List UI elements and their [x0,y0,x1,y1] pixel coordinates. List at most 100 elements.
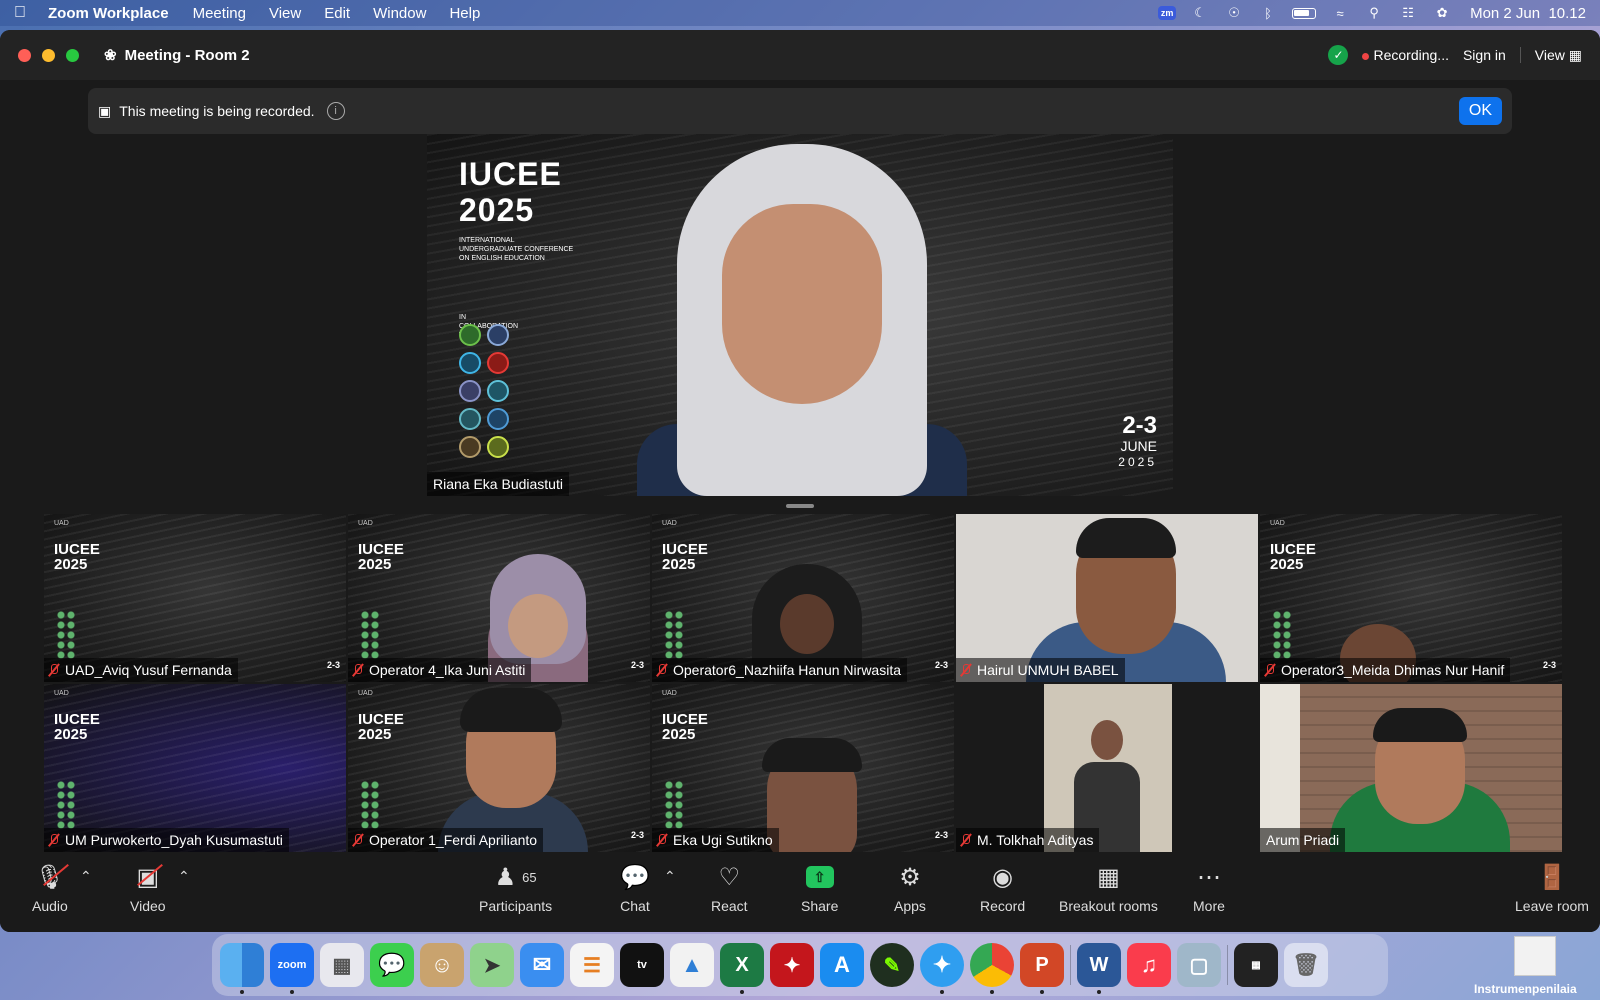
apps-button[interactable]: ⚙ Apps [894,860,926,915]
control-center-icon[interactable]: ☷ [1398,5,1418,20]
finder-icon[interactable] [220,943,264,994]
participant-tile[interactable]: UAD IUCEE 2025 2-3 Operator 1_Ferdi April… [348,684,650,852]
share-button[interactable]: ⇧ Share [801,860,838,914]
ok-button[interactable]: OK [1458,97,1502,125]
meeting-toolbar: 🎙 Audio ⌃ ▣ Video ⌃ ♟65 Participants 💬 C… [0,852,1600,932]
partner-logo [459,324,481,346]
tile-date: 2-3 [1542,660,1556,670]
tile-brand-year: 2025 [358,556,392,573]
preview-icon[interactable]: ▢ [1177,943,1221,987]
reminders-icon[interactable]: ☰ [570,943,614,987]
resize-handle[interactable] [786,504,814,508]
audio-options-chevron-icon[interactable]: ⌃ [80,868,92,885]
participant-tile[interactable]: UAD IUCEE 2025 UM Purwokerto_Dyah Kusumas… [44,684,346,852]
menu-help[interactable]: Help [449,5,480,22]
maximize-window-button[interactable] [66,48,79,62]
video-options-chevron-icon[interactable]: ⌃ [178,868,190,885]
apple-tv-icon[interactable]: tv [620,943,664,987]
sign-in-button[interactable]: Sign in [1463,47,1506,63]
security-shield-icon[interactable]: ✓ [1328,45,1349,65]
launchpad-icon[interactable]: ▦ [320,943,364,987]
menu-window[interactable]: Window [373,5,426,22]
messages-icon[interactable]: 💬 [370,943,414,987]
tile-brand-title: IUCEE [1270,541,1316,558]
record-button[interactable]: ◉ Record [980,860,1025,915]
desktop-file-label[interactable]: Instrumenpenilaia [1474,982,1577,996]
participant-name-label: Eka Ugi Sutikno [652,828,779,852]
tile-brand-title: IUCEE [54,541,100,558]
menu-view[interactable]: View [269,5,301,22]
apple-icon[interactable]:  [14,4,26,22]
leave-room-button[interactable]: 🚪 Leave room [1515,860,1589,915]
active-speaker-video[interactable]: IUCEE 2025 INTERNATIONAL UNDERGRADUATE C… [427,134,1173,496]
app-store-icon[interactable]: A [820,943,864,987]
maps-icon[interactable]: ➤ [470,943,514,987]
excel-icon[interactable]: X [720,943,764,994]
participant-tile[interactable]: UAD IUCEE 2025 2-3 Operator3_Meida Dhimas… [1260,514,1562,682]
chat-options-chevron-icon[interactable]: ⌃ [664,868,676,885]
mail-icon[interactable]: ✉ [520,943,564,987]
pen-tool-icon[interactable]: ✎ [870,943,914,987]
safari-icon[interactable]: ✦ [920,943,964,994]
moon-icon[interactable]: ☾ [1190,5,1210,20]
participant-tile[interactable]: Arum Priadi [1260,684,1562,852]
partner-logo [487,324,509,346]
tile-brand: IUCEE 2025 [358,542,404,572]
accessibility-icon[interactable]: ☉ [1224,5,1244,20]
divider [1519,47,1521,63]
tile-date: 2-3 [934,830,948,840]
menu-meeting[interactable]: Meeting [193,5,246,22]
battery-icon[interactable] [1292,7,1317,19]
bluetooth-icon[interactable]: ᛒ [1258,6,1278,21]
partner-logo [487,380,509,402]
recording-banner: ▣ This meeting is being recorded. i OK [88,88,1512,134]
react-button[interactable]: ♡ React [711,860,748,915]
search-icon[interactable]: ⚲ [1364,5,1384,20]
chat-button[interactable]: 💬 Chat [620,860,650,915]
clock[interactable]: Mon 2 Jun 10.12 [1470,5,1586,22]
music-icon[interactable]: ♫ [1127,943,1171,987]
breakout-rooms-button[interactable]: ▦ Breakout rooms [1059,860,1158,915]
recording-indicator[interactable]: Recording... [1362,47,1449,63]
recent-document-icon[interactable]: ▦ [1234,943,1278,987]
word-icon[interactable]: W [1077,943,1121,994]
video-button[interactable]: ▣ Video [130,860,166,915]
close-window-button[interactable] [18,48,31,62]
info-icon[interactable]: i [326,102,345,120]
participants-button[interactable]: ♟ 65 Participants [479,860,553,915]
tile-brand: IUCEE 2025 [1270,542,1316,572]
more-button[interactable]: ⋯ More [1193,860,1225,915]
participant-tile[interactable]: Hairul UNMUH BABEL [956,514,1258,682]
chrome-icon[interactable] [970,943,1014,994]
zoom-app-icon[interactable]: zoom [270,943,314,994]
menu-edit[interactable]: Edit [324,5,350,22]
zoom-icon[interactable]: zm [1158,6,1177,20]
participant-tile[interactable]: UAD IUCEE 2025 2-3 Operator6_Nazhiifa Han… [652,514,954,682]
participant-tile[interactable]: UAD IUCEE 2025 2-3 Operator 4_Ika Juni As… [348,514,650,682]
tile-brand-year: 2025 [662,556,696,573]
audio-button[interactable]: 🎙 Audio [32,860,69,914]
menu-app-name[interactable]: Zoom Workplace [48,5,169,22]
mic-muted-icon [352,833,364,847]
view-button[interactable]: View ▦ [1535,47,1582,64]
participant-tile[interactable]: UAD IUCEE 2025 2-3 Eka Ugi Sutikno [652,684,954,852]
paw-icon: ❀ [104,47,117,64]
powerpoint-icon[interactable]: P [1020,943,1064,994]
participant-tile[interactable]: M. Tolkhah Adityas [956,684,1258,852]
tile-brand: IUCEE 2025 [54,712,100,742]
minimize-window-button[interactable] [42,48,55,62]
siri-icon[interactable]: ✿ [1432,5,1452,20]
video-off-icon: ▣ [136,860,163,894]
tile-brand-year: 2025 [662,726,696,743]
acrobat-icon[interactable]: ✦ [770,943,814,987]
participant-tile[interactable]: UAD IUCEE 2025 2-3 UAD_Aviq Yusuf Fernand… [44,514,346,682]
contacts-icon[interactable]: ☺ [420,943,464,987]
numbers-icon[interactable]: ▲ [670,943,714,987]
wifi-icon[interactable]: ≈ [1330,6,1350,21]
view-label: View [1534,46,1565,63]
participants-label: Participants [479,898,553,914]
trash-icon[interactable]: 🗑 [1284,943,1328,987]
apps-label: Apps [894,898,926,914]
participant-count: 65 [522,869,537,885]
desktop-file-icon[interactable] [1514,936,1556,976]
